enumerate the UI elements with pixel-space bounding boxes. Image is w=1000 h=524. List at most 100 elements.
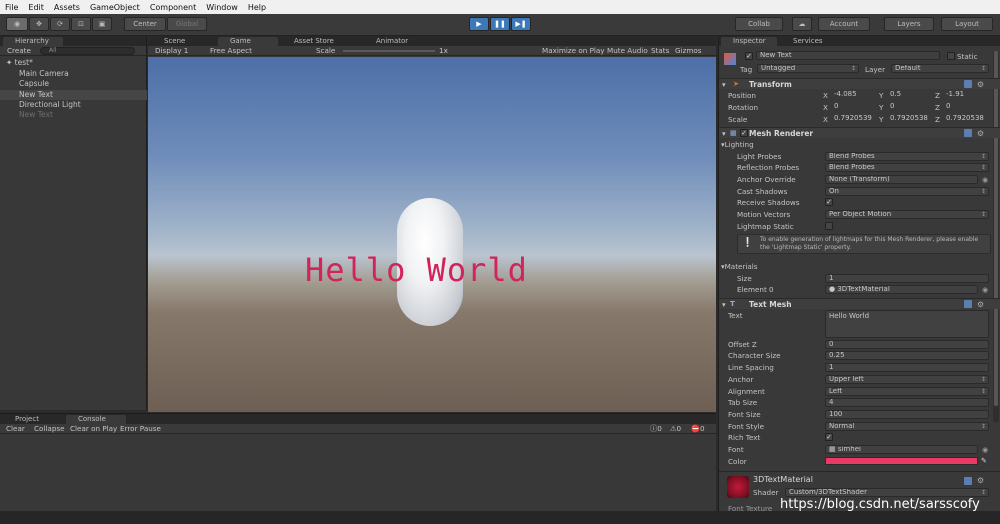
- help-book-icon[interactable]: [964, 300, 972, 308]
- menu-assets[interactable]: Assets: [49, 3, 85, 12]
- step-button[interactable]: ▶❚: [511, 17, 531, 31]
- cast-shadows-dropdown[interactable]: On: [825, 187, 989, 196]
- rich-text-checkbox[interactable]: ✓: [825, 433, 833, 441]
- object-picker-icon[interactable]: ◉: [982, 445, 988, 454]
- layer-dropdown[interactable]: Default: [891, 64, 989, 73]
- pause-button[interactable]: ❚❚: [490, 17, 510, 31]
- transform-header[interactable]: ▾ ➤ Transform ⚙: [719, 78, 1000, 89]
- lightmap-static-checkbox[interactable]: [825, 222, 833, 230]
- collab-button[interactable]: Collab: [735, 17, 783, 31]
- reflection-probes-dropdown[interactable]: Blend Probes: [825, 163, 989, 172]
- display-dropdown[interactable]: Display 1: [155, 46, 188, 55]
- menu-gameobject[interactable]: GameObject: [85, 3, 145, 12]
- pivot-global-button[interactable]: Global: [167, 17, 207, 31]
- rect-tool-button[interactable]: ▣: [92, 17, 112, 31]
- light-probes-dropdown[interactable]: Blend Probes: [825, 152, 989, 161]
- position-y-field[interactable]: 0.5: [887, 91, 935, 100]
- mute-audio-toggle[interactable]: Mute Audio: [607, 46, 648, 55]
- hierarchy-item-selected[interactable]: New Text: [0, 90, 147, 100]
- help-book-icon[interactable]: [964, 80, 972, 88]
- account-dropdown[interactable]: Account: [818, 17, 870, 31]
- gear-icon[interactable]: ⚙: [977, 80, 984, 89]
- hierarchy-search-input[interactable]: All: [40, 47, 135, 55]
- play-button[interactable]: ▶: [469, 17, 489, 31]
- hierarchy-item-inactive[interactable]: New Text: [0, 110, 147, 120]
- scale-z-field[interactable]: 0.7920538: [943, 115, 993, 124]
- hierarchy-item[interactable]: Main Camera: [0, 69, 147, 79]
- rotation-z-field[interactable]: 0: [943, 103, 993, 112]
- motion-vectors-dropdown[interactable]: Per Object Motion: [825, 210, 989, 219]
- object-name-field[interactable]: New Text: [756, 51, 940, 60]
- clear-on-play-button[interactable]: Clear on Play: [70, 424, 117, 433]
- layout-dropdown[interactable]: Layout: [941, 17, 993, 31]
- menu-file[interactable]: File: [0, 3, 23, 12]
- object-picker-icon[interactable]: ◉: [982, 285, 988, 294]
- anchor-dropdown[interactable]: Upper left: [825, 375, 989, 384]
- line-spacing-field[interactable]: 1: [825, 363, 989, 372]
- clear-button[interactable]: Clear: [6, 424, 25, 433]
- position-x-field[interactable]: -4.085: [831, 91, 881, 100]
- help-book-icon[interactable]: [964, 129, 972, 137]
- shader-dropdown[interactable]: Custom/3DTextShader: [785, 488, 989, 497]
- aspect-dropdown[interactable]: Free Aspect: [210, 46, 252, 55]
- hierarchy-item[interactable]: Capsule: [0, 79, 147, 89]
- scale-x-field[interactable]: 0.7920539: [831, 115, 881, 124]
- gizmos-dropdown[interactable]: Gizmos: [675, 46, 701, 55]
- tab-asset-store[interactable]: Asset Store: [282, 37, 340, 46]
- move-tool-button[interactable]: ✥: [29, 17, 49, 31]
- rotate-tool-button[interactable]: ⟳: [50, 17, 70, 31]
- log-count[interactable]: ⓘ0: [650, 424, 662, 433]
- mesh-renderer-enabled-checkbox[interactable]: ✓: [740, 129, 748, 137]
- tab-animator[interactable]: Animator: [364, 37, 414, 46]
- offset-z-field[interactable]: 0: [825, 340, 989, 349]
- font-style-dropdown[interactable]: Normal: [825, 422, 989, 431]
- tab-inspector[interactable]: Inspector: [721, 37, 777, 46]
- receive-shadows-checkbox[interactable]: ✓: [825, 198, 833, 206]
- anchor-override-field[interactable]: None (Transform): [825, 175, 978, 184]
- tab-project[interactable]: Project: [3, 415, 45, 424]
- cloud-button[interactable]: ☁: [792, 17, 812, 31]
- character-size-field[interactable]: 0.25: [825, 351, 989, 360]
- stats-toggle[interactable]: Stats: [651, 46, 669, 55]
- color-swatch[interactable]: [825, 457, 978, 465]
- rotation-y-field[interactable]: 0: [887, 103, 935, 112]
- gear-icon[interactable]: ⚙: [977, 129, 984, 138]
- font-size-field[interactable]: 100: [825, 410, 989, 419]
- gear-icon[interactable]: ⚙: [977, 476, 984, 485]
- menu-edit[interactable]: Edit: [23, 3, 49, 12]
- tab-scene[interactable]: Scene: [152, 37, 191, 46]
- mesh-renderer-header[interactable]: ▾ ▦ ✓ Mesh Renderer ⚙: [719, 127, 1000, 138]
- position-z-field[interactable]: -1.91: [943, 91, 993, 100]
- rotation-x-field[interactable]: 0: [831, 103, 881, 112]
- error-count[interactable]: ⛔0: [691, 424, 705, 433]
- hierarchy-item[interactable]: Directional Light: [0, 100, 147, 110]
- text-mesh-header[interactable]: ▾ T Text Mesh ⚙: [719, 298, 1000, 309]
- gear-icon[interactable]: ⚙: [977, 300, 984, 309]
- tab-game[interactable]: Game: [218, 37, 278, 46]
- scale-y-field[interactable]: 0.7920538: [887, 115, 935, 124]
- view-tool-button[interactable]: ◉: [6, 17, 28, 31]
- materials-size-field[interactable]: 1: [825, 274, 989, 283]
- scene-root[interactable]: ✦ test*: [0, 58, 147, 68]
- font-field[interactable]: ▦ simhei: [825, 445, 978, 454]
- scale-slider[interactable]: [343, 50, 435, 52]
- materials-foldout[interactable]: ▾Materials: [721, 262, 758, 271]
- menu-help[interactable]: Help: [243, 3, 271, 12]
- pivot-center-button[interactable]: Center: [124, 17, 166, 31]
- text-area[interactable]: Hello World: [825, 310, 989, 338]
- tab-services[interactable]: Services: [781, 37, 829, 46]
- lighting-foldout[interactable]: ▾Lighting: [721, 140, 754, 149]
- error-pause-button[interactable]: Error Pause: [120, 424, 161, 433]
- tab-console[interactable]: Console: [66, 415, 126, 424]
- object-picker-icon[interactable]: ◉: [982, 175, 988, 184]
- active-checkbox[interactable]: ✓: [745, 52, 753, 60]
- menu-component[interactable]: Component: [145, 3, 201, 12]
- menu-window[interactable]: Window: [201, 3, 243, 12]
- help-book-icon[interactable]: [964, 477, 972, 485]
- tag-dropdown[interactable]: Untagged: [757, 64, 859, 73]
- material-element-field[interactable]: ● 3DTextMaterial: [825, 285, 978, 294]
- inspector-scrollbar[interactable]: [993, 51, 999, 423]
- tab-size-field[interactable]: 4: [825, 398, 989, 407]
- eyedropper-icon[interactable]: ✎: [981, 456, 987, 465]
- alignment-dropdown[interactable]: Left: [825, 387, 989, 396]
